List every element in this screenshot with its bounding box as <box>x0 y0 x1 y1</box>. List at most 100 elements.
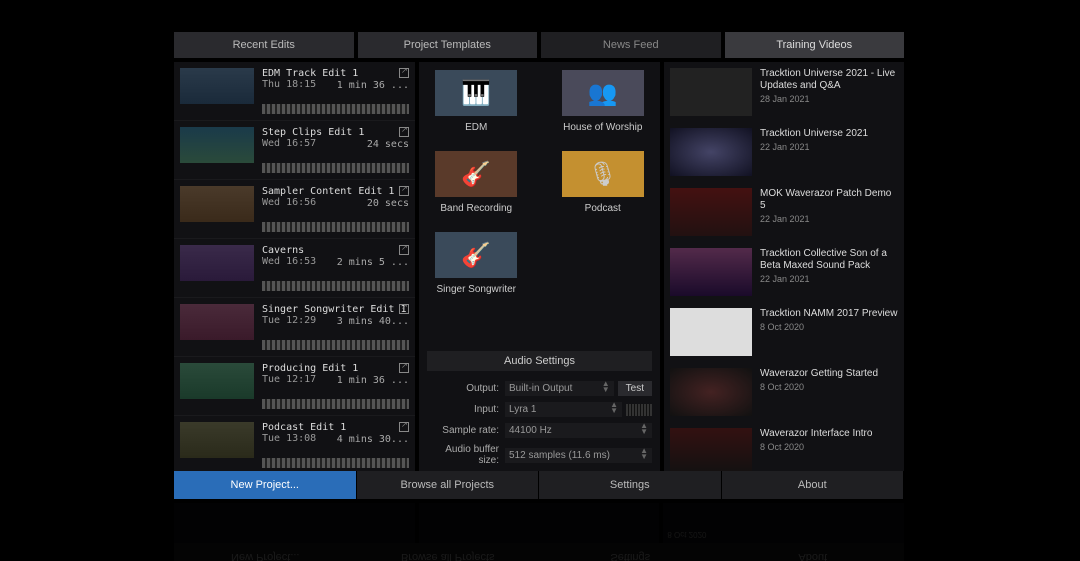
recent-edit-item[interactable]: Producing Edit 1 Tue 12:17 1 min 36 ... <box>174 357 415 416</box>
feed-item[interactable]: Tracktion Collective Son of a Beta Maxed… <box>664 242 904 302</box>
tab-news-feed[interactable]: News Feed <box>541 32 721 58</box>
recent-duration: 1 min 36 ... <box>337 80 409 91</box>
recent-title: Caverns <box>262 245 409 256</box>
tab-training-videos[interactable]: Training Videos <box>725 32 905 58</box>
waveform-icon <box>262 340 409 350</box>
feed-date: 22 Jan 2021 <box>760 142 898 152</box>
open-external-icon[interactable] <box>399 363 409 373</box>
recent-thumbnail <box>180 363 254 399</box>
feed-thumbnail <box>670 188 752 236</box>
waveform-icon <box>262 222 409 232</box>
feed-title: Tracktion Universe 2021 - Live Updates a… <box>760 68 898 92</box>
buffer-label: Audio buffer size: <box>427 444 505 466</box>
open-external-icon[interactable] <box>399 68 409 78</box>
recent-duration: 4 mins 30... <box>337 434 409 445</box>
tab-recent-edits[interactable]: Recent Edits <box>174 32 354 58</box>
recent-edit-item[interactable]: Caverns Wed 16:53 2 mins 5 ... <box>174 239 415 298</box>
template-name: House of Worship <box>554 122 653 133</box>
feed-item[interactable]: Tracktion NAMM 2017 Preview 8 Oct 2020 <box>664 302 904 362</box>
recent-edit-item[interactable]: Singer Songwriter Edit 1 Tue 12:29 3 min… <box>174 298 415 357</box>
template-item[interactable]: 👥 House of Worship <box>554 70 653 133</box>
recent-edit-item[interactable]: Sampler Content Edit 1 Wed 16:56 20 secs <box>174 180 415 239</box>
template-name: Band Recording <box>427 203 526 214</box>
template-item[interactable]: 🎸 Singer Songwriter <box>427 232 526 295</box>
tab-project-templates[interactable]: Project Templates <box>358 32 538 58</box>
waveform-icon <box>262 104 409 114</box>
recent-duration: 3 mins 40... <box>337 316 409 327</box>
open-external-icon[interactable] <box>399 127 409 137</box>
recent-title: Producing Edit 1 <box>262 363 409 374</box>
new-project-button[interactable]: New Project... <box>174 471 357 499</box>
recent-thumbnail <box>180 68 254 104</box>
waveform-icon <box>262 399 409 409</box>
recent-title: Singer Songwriter Edit 1 <box>262 304 409 315</box>
feed-date: 8 Oct 2020 <box>760 322 898 332</box>
waveform-icon <box>262 281 409 291</box>
feed-thumbnail <box>670 128 752 176</box>
recent-title: EDM Track Edit 1 <box>262 68 409 79</box>
recent-edit-item[interactable]: EDM Track Edit 1 Thu 18:15 1 min 36 ... <box>174 62 415 121</box>
recent-edit-item[interactable]: Podcast Edit 1 Tue 13:08 4 mins 30... <box>174 416 415 475</box>
recent-thumbnail <box>180 422 254 458</box>
template-icon: 🎸 <box>435 151 517 197</box>
feed-thumbnail <box>670 428 752 476</box>
feed-date: 8 Oct 2020 <box>760 382 898 392</box>
template-item[interactable]: 🎸 Band Recording <box>427 151 526 214</box>
settings-button[interactable]: Settings <box>539 471 722 499</box>
feed-item[interactable]: Tracktion Universe 2021 - Live Updates a… <box>664 62 904 122</box>
feed-date: 8 Oct 2020 <box>760 442 898 452</box>
input-select[interactable]: Lyra 1▲▼ <box>505 402 622 417</box>
feed-item[interactable]: MOK Waverazor Patch Demo 5 22 Jan 2021 <box>664 182 904 242</box>
feed-title: Tracktion Universe 2021 <box>760 128 898 140</box>
template-name: Podcast <box>554 203 653 214</box>
test-button[interactable]: Test <box>618 381 652 396</box>
feed-panel: Tracktion Universe 2021 - Live Updates a… <box>664 62 904 480</box>
open-external-icon[interactable] <box>399 245 409 255</box>
open-external-icon[interactable] <box>399 304 409 314</box>
recent-title: Sampler Content Edit 1 <box>262 186 409 197</box>
audio-settings: Audio Settings Output: Built-in Output▲▼… <box>427 343 652 472</box>
audio-settings-header: Audio Settings <box>427 351 652 371</box>
output-select[interactable]: Built-in Output▲▼ <box>505 381 614 396</box>
templates-panel: 🎹 EDM 👥 House of Worship 🎸 Band Recordin… <box>419 62 660 480</box>
waveform-icon <box>262 458 409 468</box>
recent-thumbnail <box>180 127 254 163</box>
feed-title: Waverazor Interface Intro <box>760 428 898 440</box>
recent-duration: 2 mins 5 ... <box>337 257 409 268</box>
recent-thumbnail <box>180 304 254 340</box>
template-name: Singer Songwriter <box>427 284 526 295</box>
about-button[interactable]: About <box>722 471 905 499</box>
recent-thumbnail <box>180 186 254 222</box>
browse-projects-button[interactable]: Browse all Projects <box>357 471 540 499</box>
feed-item[interactable]: Waverazor Getting Started 8 Oct 2020 <box>664 362 904 422</box>
sample-rate-label: Sample rate: <box>427 425 505 436</box>
feed-thumbnail <box>670 368 752 416</box>
output-label: Output: <box>427 383 505 394</box>
feed-date: 22 Jan 2021 <box>760 214 898 224</box>
template-item[interactable]: 🎙 Podcast <box>554 151 653 214</box>
recent-edit-item[interactable]: Step Clips Edit 1 Wed 16:57 24 secs <box>174 121 415 180</box>
feed-title: MOK Waverazor Patch Demo 5 <box>760 188 898 212</box>
feed-title: Tracktion Collective Son of a Beta Maxed… <box>760 248 898 272</box>
waveform-icon <box>262 163 409 173</box>
template-name: EDM <box>427 122 526 133</box>
template-item[interactable]: 🎹 EDM <box>427 70 526 133</box>
template-icon: 🎹 <box>435 70 517 116</box>
open-external-icon[interactable] <box>399 186 409 196</box>
sample-rate-select[interactable]: 44100 Hz▲▼ <box>505 423 652 438</box>
input-label: Input: <box>427 404 505 415</box>
reflection-decor: New Project... Browse all Projects Setti… <box>174 503 904 561</box>
feed-thumbnail <box>670 248 752 296</box>
recent-duration: 20 secs <box>367 198 409 209</box>
template-icon: 👥 <box>562 70 644 116</box>
feed-item[interactable]: Tracktion Universe 2021 22 Jan 2021 <box>664 122 904 182</box>
buffer-select[interactable]: 512 samples (11.6 ms)▲▼ <box>505 448 652 463</box>
feed-title: Waverazor Getting Started <box>760 368 898 380</box>
template-icon: 🎙 <box>562 151 644 197</box>
open-external-icon[interactable] <box>399 422 409 432</box>
feed-title: Tracktion NAMM 2017 Preview <box>760 308 898 320</box>
recent-edits-panel: EDM Track Edit 1 Thu 18:15 1 min 36 ... … <box>174 62 415 480</box>
recent-title: Podcast Edit 1 <box>262 422 409 433</box>
feed-thumbnail <box>670 308 752 356</box>
recent-duration: 24 secs <box>367 139 409 150</box>
